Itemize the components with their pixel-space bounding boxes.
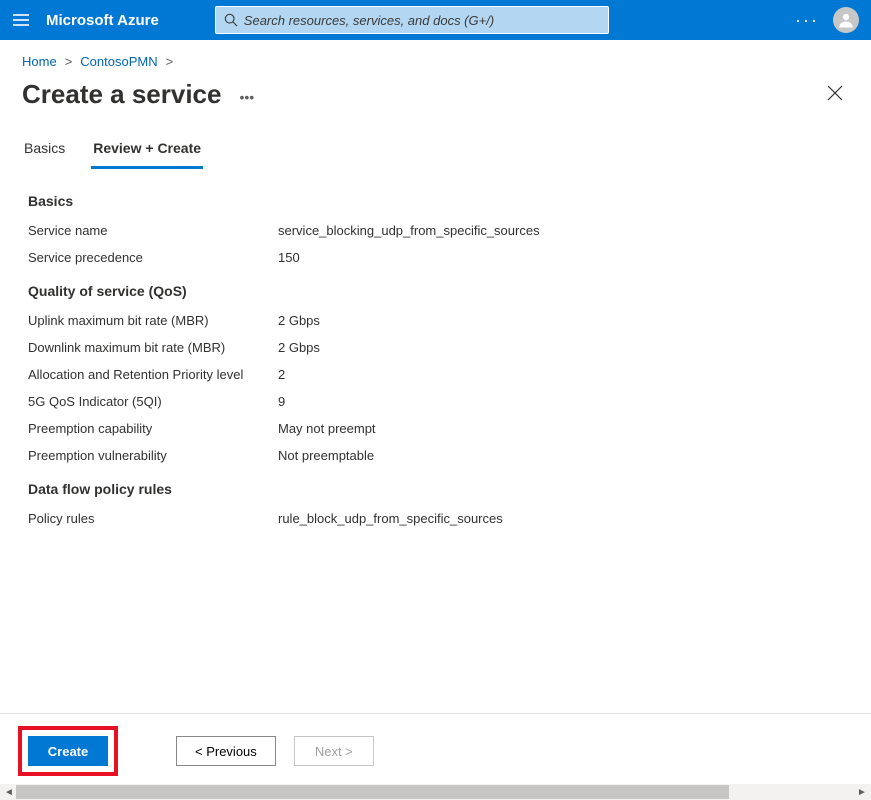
page-title: Create a service xyxy=(22,79,221,110)
label-service-name: Service name xyxy=(28,223,278,238)
row-preemption-capability: Preemption capability May not preempt xyxy=(28,421,843,436)
scroll-track[interactable] xyxy=(16,785,855,799)
section-basics-heading: Basics xyxy=(28,193,843,209)
page-more-icon[interactable]: ••• xyxy=(239,89,254,105)
chevron-right-icon: > xyxy=(65,54,73,69)
section-policy-heading: Data flow policy rules xyxy=(28,481,843,497)
brand-label: Microsoft Azure xyxy=(46,12,159,29)
tab-review-create[interactable]: Review + Create xyxy=(91,130,203,169)
breadcrumb: Home > ContosoPMN > xyxy=(0,40,871,75)
value-preemption-vulnerability: Not preemptable xyxy=(278,448,374,463)
global-header: Microsoft Azure Search resources, servic… xyxy=(0,0,871,40)
row-service-name: Service name service_blocking_udp_from_s… xyxy=(28,223,843,238)
search-icon xyxy=(224,13,238,27)
chevron-right-icon: > xyxy=(166,54,174,69)
row-policy-rules: Policy rules rule_block_udp_from_specifi… xyxy=(28,511,843,526)
review-content: Basics Service name service_blocking_udp… xyxy=(0,169,871,713)
section-qos-heading: Quality of service (QoS) xyxy=(28,283,843,299)
value-service-name: service_blocking_udp_from_specific_sourc… xyxy=(278,223,540,238)
next-button: Next > xyxy=(294,736,374,766)
create-button[interactable]: Create xyxy=(28,736,108,766)
row-service-precedence: Service precedence 150 xyxy=(28,250,843,265)
close-icon xyxy=(827,85,843,101)
breadcrumb-home[interactable]: Home xyxy=(22,54,57,69)
previous-button[interactable]: < Previous xyxy=(176,736,276,766)
value-policy-rules: rule_block_udp_from_specific_sources xyxy=(278,511,503,526)
value-5qi: 9 xyxy=(278,394,285,409)
row-arp-level: Allocation and Retention Priority level … xyxy=(28,367,843,382)
value-preemption-capability: May not preempt xyxy=(278,421,376,436)
header-more-icon[interactable]: ··· xyxy=(795,10,819,31)
user-avatar[interactable] xyxy=(833,7,859,33)
footer: Create < Previous Next > xyxy=(0,714,871,784)
horizontal-scrollbar[interactable]: ◄ ► xyxy=(0,784,871,800)
row-downlink-mbr: Downlink maximum bit rate (MBR) 2 Gbps xyxy=(28,340,843,355)
scroll-right-icon[interactable]: ► xyxy=(855,785,869,799)
row-uplink-mbr: Uplink maximum bit rate (MBR) 2 Gbps xyxy=(28,313,843,328)
label-service-precedence: Service precedence xyxy=(28,250,278,265)
hamburger-menu-icon[interactable] xyxy=(12,11,30,29)
person-icon xyxy=(837,11,855,29)
value-downlink-mbr: 2 Gbps xyxy=(278,340,320,355)
tabs: Basics Review + Create xyxy=(0,130,871,169)
value-service-precedence: 150 xyxy=(278,250,300,265)
value-arp-level: 2 xyxy=(278,367,285,382)
label-preemption-capability: Preemption capability xyxy=(28,421,278,436)
label-arp-level: Allocation and Retention Priority level xyxy=(28,367,278,382)
label-policy-rules: Policy rules xyxy=(28,511,278,526)
row-preemption-vulnerability: Preemption vulnerability Not preemptable xyxy=(28,448,843,463)
scroll-left-icon[interactable]: ◄ xyxy=(2,785,16,799)
global-search-input[interactable]: Search resources, services, and docs (G+… xyxy=(215,6,609,34)
scroll-thumb[interactable] xyxy=(16,785,729,799)
create-button-highlight: Create xyxy=(18,726,118,776)
label-5qi: 5G QoS Indicator (5QI) xyxy=(28,394,278,409)
breadcrumb-resource[interactable]: ContosoPMN xyxy=(80,54,157,69)
label-preemption-vulnerability: Preemption vulnerability xyxy=(28,448,278,463)
close-button[interactable] xyxy=(821,79,849,110)
value-uplink-mbr: 2 Gbps xyxy=(278,313,320,328)
title-row: Create a service ••• xyxy=(0,75,871,130)
label-downlink-mbr: Downlink maximum bit rate (MBR) xyxy=(28,340,278,355)
search-placeholder: Search resources, services, and docs (G+… xyxy=(244,13,494,28)
label-uplink-mbr: Uplink maximum bit rate (MBR) xyxy=(28,313,278,328)
row-5qi: 5G QoS Indicator (5QI) 9 xyxy=(28,394,843,409)
tab-basics[interactable]: Basics xyxy=(22,130,67,169)
